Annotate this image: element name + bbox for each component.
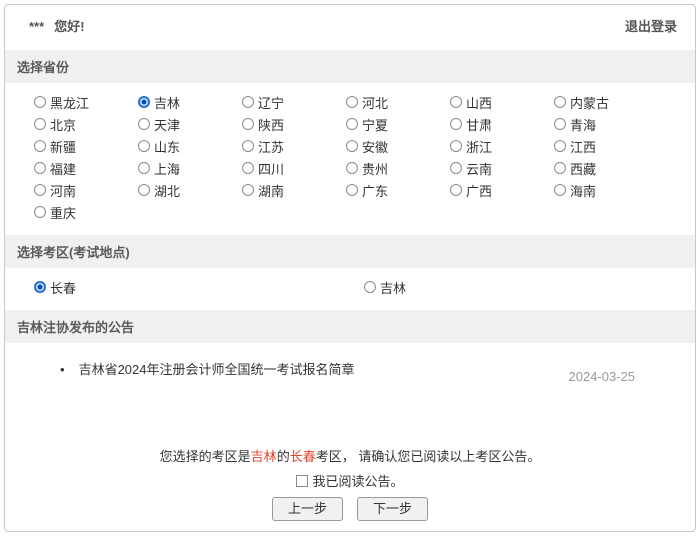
radio-icon[interactable] [242, 96, 254, 108]
province-option[interactable]: 江西 [554, 135, 658, 157]
province-option[interactable]: 湖南 [242, 179, 346, 201]
next-step-button[interactable]: 下一步 [357, 497, 428, 521]
masked-username: *** [29, 19, 44, 34]
confirm-city-highlight: 长春 [290, 449, 316, 464]
radio-icon[interactable] [450, 118, 462, 130]
announcement-date: 2024-03-25 [569, 369, 636, 384]
radio-icon[interactable] [346, 184, 358, 196]
radio-selected-icon[interactable] [138, 96, 150, 108]
radio-icon[interactable] [34, 162, 46, 174]
radio-icon[interactable] [346, 118, 358, 130]
greeting-bar: *** 您好! 退出登录 [5, 5, 695, 44]
province-option[interactable]: 广东 [346, 179, 450, 201]
province-option[interactable]: 黑龙江 [34, 91, 138, 113]
greeting-text: 您好! [54, 16, 84, 35]
radio-icon[interactable] [450, 162, 462, 174]
province-option[interactable]: 天津 [138, 113, 242, 135]
checkbox-icon[interactable] [296, 475, 308, 487]
province-option[interactable]: 北京 [34, 113, 138, 135]
radio-icon[interactable] [346, 162, 358, 174]
logout-button[interactable]: 退出登录 [625, 16, 677, 35]
confirm-province-highlight: 吉林 [251, 449, 277, 464]
radio-icon[interactable] [554, 140, 566, 152]
radio-icon[interactable] [554, 162, 566, 174]
radio-icon[interactable] [34, 140, 46, 152]
radio-icon[interactable] [138, 140, 150, 152]
province-section-header: 选择省份 [5, 50, 695, 83]
read-announcement-checkbox-row[interactable]: 我已阅读公告。 [5, 471, 695, 490]
radio-icon[interactable] [364, 281, 376, 293]
province-option[interactable]: 河北 [346, 91, 450, 113]
province-option[interactable]: 四川 [242, 157, 346, 179]
radio-icon[interactable] [554, 184, 566, 196]
province-option[interactable]: 江苏 [242, 135, 346, 157]
radio-icon[interactable] [242, 184, 254, 196]
radio-icon[interactable] [34, 206, 46, 218]
checkbox-label: 我已阅读公告。 [312, 471, 403, 490]
province-option[interactable]: 贵州 [346, 157, 450, 179]
province-option[interactable]: 山西 [450, 91, 554, 113]
radio-selected-icon[interactable] [34, 281, 46, 293]
announcement-row: • 吉林省2024年注册会计师全国统一考试报名简章 2024-03-25 [5, 343, 695, 384]
exam-area-option-selected[interactable]: 长春 [34, 276, 364, 298]
province-option[interactable]: 上海 [138, 157, 242, 179]
radio-icon[interactable] [346, 96, 358, 108]
radio-icon[interactable] [34, 118, 46, 130]
province-option[interactable]: 辽宁 [242, 91, 346, 113]
radio-icon[interactable] [34, 96, 46, 108]
province-option[interactable]: 山东 [138, 135, 242, 157]
province-option[interactable]: 陕西 [242, 113, 346, 135]
province-option[interactable]: 浙江 [450, 135, 554, 157]
province-option-selected[interactable]: 吉林 [138, 91, 242, 113]
exam-area-options: 长春 吉林 [5, 268, 695, 304]
radio-icon[interactable] [346, 140, 358, 152]
announcement-section-header: 吉林注协发布的公告 [5, 310, 695, 343]
province-option[interactable]: 甘肃 [450, 113, 554, 135]
province-option[interactable]: 西藏 [554, 157, 658, 179]
province-option[interactable]: 新疆 [34, 135, 138, 157]
radio-icon[interactable] [450, 184, 462, 196]
exam-area-section-header: 选择考区(考试地点) [5, 235, 695, 268]
bullet-icon: • [60, 361, 65, 379]
province-option[interactable]: 宁夏 [346, 113, 450, 135]
button-row: 上一步 下一步 [5, 497, 695, 531]
registration-card: *** 您好! 退出登录 选择省份 黑龙江 吉林 辽宁 河北 山西 内蒙古 北京… [4, 4, 696, 532]
radio-icon[interactable] [138, 162, 150, 174]
province-option[interactable]: 福建 [34, 157, 138, 179]
radio-icon[interactable] [450, 96, 462, 108]
province-option[interactable]: 广西 [450, 179, 554, 201]
radio-icon[interactable] [138, 184, 150, 196]
province-option[interactable]: 河南 [34, 179, 138, 201]
province-option[interactable]: 海南 [554, 179, 658, 201]
radio-icon[interactable] [554, 96, 566, 108]
province-option[interactable]: 安徽 [346, 135, 450, 157]
province-option[interactable]: 青海 [554, 113, 658, 135]
radio-icon[interactable] [34, 184, 46, 196]
confirm-text: 您选择的考区是吉林的长春考区， 请确认您已阅读以上考区公告。 [5, 446, 695, 465]
radio-icon[interactable] [138, 118, 150, 130]
radio-icon[interactable] [242, 118, 254, 130]
user-greeting: *** 您好! [29, 16, 85, 35]
previous-step-button[interactable]: 上一步 [272, 497, 343, 521]
province-option[interactable]: 湖北 [138, 179, 242, 201]
province-option[interactable]: 云南 [450, 157, 554, 179]
radio-icon[interactable] [242, 140, 254, 152]
radio-icon[interactable] [450, 140, 462, 152]
province-grid: 黑龙江 吉林 辽宁 河北 山西 内蒙古 北京 天津 陕西 宁夏 甘肃 青海 新疆… [5, 83, 695, 229]
announcement-link[interactable]: 吉林省2024年注册会计师全国统一考试报名简章 [79, 361, 355, 379]
empty-space [5, 384, 695, 446]
radio-icon[interactable] [242, 162, 254, 174]
radio-icon[interactable] [554, 118, 566, 130]
province-option[interactable]: 重庆 [34, 201, 138, 223]
exam-area-option[interactable]: 吉林 [364, 276, 406, 298]
province-option[interactable]: 内蒙古 [554, 91, 658, 113]
